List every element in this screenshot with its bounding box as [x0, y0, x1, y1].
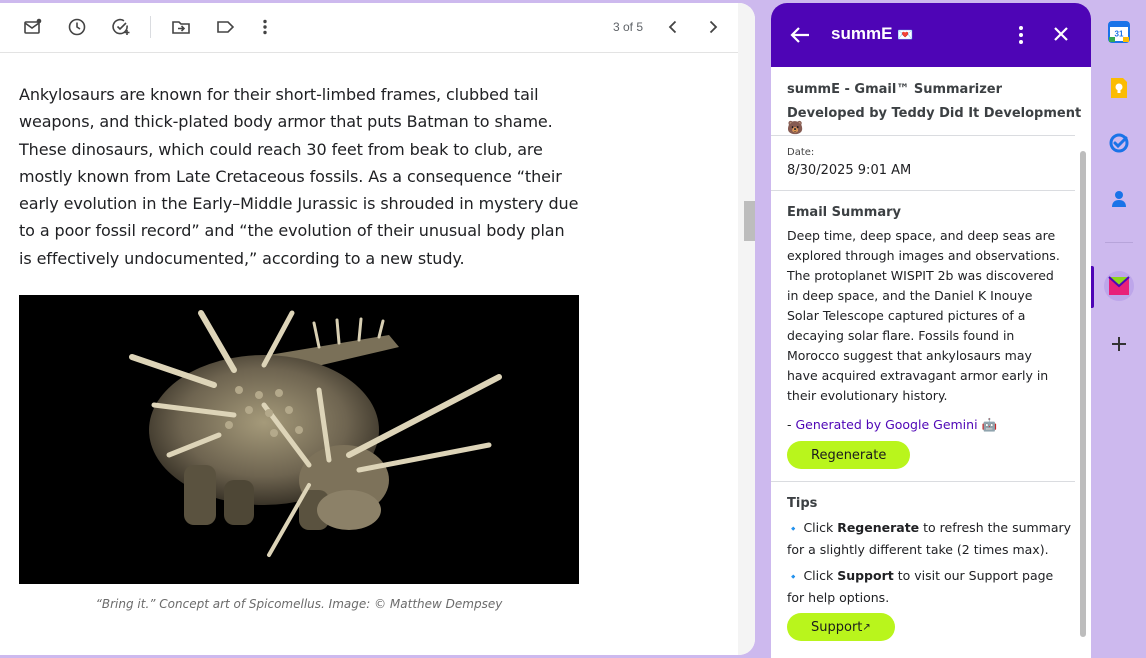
panel-scrollbar-thumb[interactable] — [1080, 151, 1086, 637]
blue-diamond-icon: 🔹 — [787, 524, 800, 535]
external-link-icon: ↗ — [862, 621, 871, 633]
blue-diamond-icon: 🔹 — [787, 572, 800, 583]
add-addon-button[interactable] — [1104, 329, 1134, 359]
more-options-button[interactable] — [249, 11, 281, 43]
developer-line: Developed by Teddy Did It Development 🐻 — [787, 106, 1082, 136]
snooze-button[interactable] — [61, 11, 93, 43]
regenerate-button[interactable]: Regenerate — [787, 441, 911, 469]
date-label: Date: — [787, 147, 815, 158]
previous-email-button[interactable] — [657, 11, 689, 43]
panel-header: summE 💌 — [771, 3, 1091, 67]
article-paragraph: Ankylosaurs are known for their short-li… — [19, 85, 579, 268]
more-vert-icon — [1019, 26, 1023, 44]
more-vert-icon — [263, 19, 267, 35]
contacts-button[interactable] — [1104, 184, 1134, 214]
side-rail: 31 — [1091, 0, 1146, 658]
snooze-icon — [68, 18, 86, 36]
add-icon — [1112, 337, 1126, 351]
arrow-back-icon — [790, 27, 809, 43]
divider — [771, 135, 1075, 136]
tip-support: 🔹 Click Support to visit our Support pag… — [787, 568, 1054, 605]
summe-panel: summE 💌 summE - Gmail™ Summarizer Develo… — [771, 3, 1091, 658]
chevron-left-icon — [668, 20, 677, 34]
mail-scrollbar[interactable] — [738, 3, 755, 655]
rail-divider — [1105, 242, 1133, 243]
keep-button[interactable] — [1104, 73, 1134, 103]
robot-emoji: 🤖 — [981, 417, 998, 432]
mail-toolbar: 3 of 5 — [0, 3, 738, 53]
label-button[interactable] — [209, 11, 241, 43]
summary-text: Deep time, deep space, and deep seas are… — [787, 228, 1060, 403]
calendar-icon: 31 — [1108, 21, 1130, 43]
pager-count: 3 of 5 — [613, 20, 644, 34]
tasks-icon — [1109, 133, 1129, 153]
tasks-button[interactable] — [1104, 128, 1134, 158]
dinosaur-image — [19, 295, 579, 584]
add-task-icon — [112, 18, 130, 35]
summary-heading: Email Summary — [787, 205, 902, 220]
add-task-button[interactable] — [105, 11, 137, 43]
back-button[interactable] — [787, 23, 815, 47]
mark-unread-button[interactable] — [17, 11, 49, 43]
next-email-button[interactable] — [697, 11, 729, 43]
date-value: 8/30/2025 9:01 AM — [787, 163, 912, 178]
panel-close-button[interactable] — [1047, 23, 1075, 47]
image-caption: “Bring it.” Concept art of Spicomellus. … — [95, 597, 503, 611]
tip-regenerate: 🔹 Click Regenerate to refresh the summar… — [787, 520, 1072, 557]
mark-unread-icon — [24, 18, 42, 34]
mail-scrollbar-thumb[interactable] — [744, 201, 755, 241]
tips-heading: Tips — [787, 496, 818, 511]
svg-text:31: 31 — [1115, 30, 1124, 39]
app-name: summE - Gmail™ Summarizer — [787, 82, 1002, 97]
chevron-right-icon — [709, 20, 718, 34]
keep-icon — [1111, 78, 1127, 98]
generated-by-line: - Generated by Google Gemini 🤖 — [787, 417, 998, 432]
calendar-button[interactable]: 31 — [1104, 17, 1134, 47]
divider — [771, 481, 1075, 482]
support-button[interactable]: Support ↗ — [787, 613, 895, 641]
move-to-button[interactable] — [165, 11, 197, 43]
mail-pane: 3 of 5 Ankylosaurs are known for their s… — [0, 3, 755, 655]
close-icon — [1054, 27, 1068, 41]
panel-title: summE 💌 — [831, 24, 914, 43]
bear-emoji: 🐻 — [787, 121, 804, 136]
summe-addon-icon — [1108, 276, 1130, 295]
move-to-icon — [172, 21, 190, 34]
gemini-link[interactable]: Generated by Google Gemini — [795, 417, 977, 432]
panel-body: summE - Gmail™ Summarizer Developed by T… — [771, 67, 1091, 658]
summe-addon-button[interactable] — [1104, 271, 1134, 301]
panel-menu-button[interactable] — [1007, 23, 1035, 47]
contacts-icon — [1112, 191, 1126, 207]
label-icon — [217, 21, 235, 33]
love-letter-emoji: 💌 — [897, 27, 914, 42]
divider — [771, 190, 1075, 191]
